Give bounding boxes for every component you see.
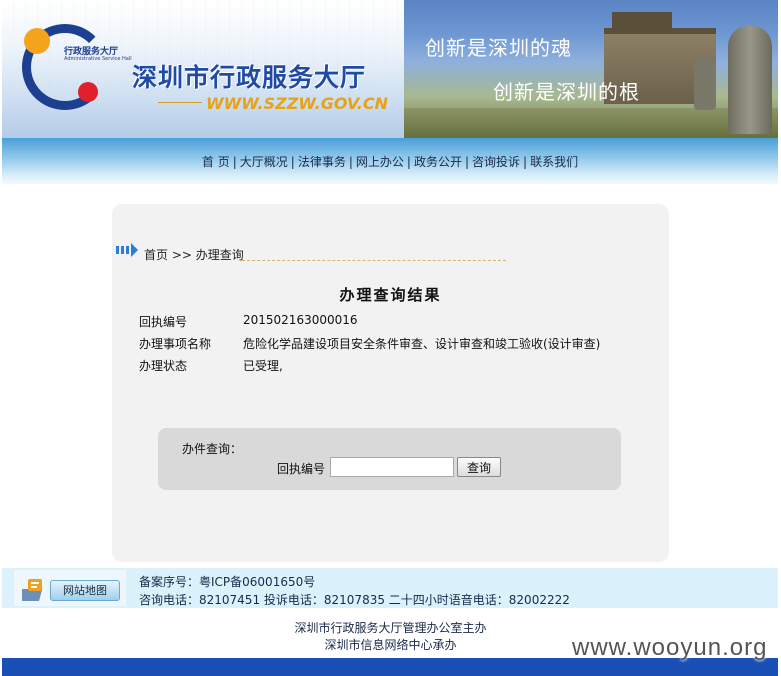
nav-consult-complaint[interactable]: 咨询投诉	[472, 155, 520, 169]
nav-separator: |	[290, 155, 295, 169]
nav-separator: |	[523, 155, 528, 169]
nav-government-affairs[interactable]: 政务公开	[414, 155, 462, 169]
watermark-text: www.wooyun.org	[572, 634, 768, 661]
nav-legal-affairs[interactable]: 法律事务	[298, 155, 346, 169]
slogan-1: 创新是深圳的魂	[425, 36, 572, 60]
nav-contact-us[interactable]: 联系我们	[530, 155, 578, 169]
contact-phones: 咨询电话：82107451 投诉电话：82107835 二十四小时语音电话：82…	[139, 593, 570, 607]
receipt-number-label: 回执编号	[139, 315, 188, 329]
query-button[interactable]: 查询	[457, 457, 501, 477]
breadcrumb: 首页 >> 办理查询	[144, 248, 244, 262]
slogan-2: 创新是深圳的根	[493, 80, 640, 104]
logo-subtext: Administrative Service Hall	[64, 56, 132, 62]
result-title: 办理查询结果	[339, 286, 442, 304]
site-name: 深圳市行政服务大厅	[132, 63, 367, 92]
nav-separator: |	[464, 155, 470, 169]
breadcrumb-divider	[242, 260, 506, 261]
banner-ground	[404, 108, 778, 138]
nav-separator: |	[348, 155, 353, 169]
nav-online-office[interactable]: 网上办公	[356, 155, 404, 169]
breadcrumb-arrow-icon	[116, 243, 138, 257]
icp-record: 备案序号：粤ICP备06001650号	[139, 575, 316, 589]
statue-image	[728, 26, 772, 134]
receipt-number-field-label: 回执编号	[277, 462, 326, 476]
sitemap-button[interactable]: 网站地图	[50, 580, 120, 601]
status-value: 已受理,	[243, 359, 283, 373]
site-url: WWW.SZZW.GOV.CN	[206, 94, 388, 113]
receipt-number-value: 201502163000016	[243, 313, 358, 327]
sitemap-icon	[22, 579, 43, 601]
item-name-label: 办理事项名称	[139, 337, 212, 351]
statue-image	[694, 58, 716, 110]
nav-links: 首 页 | 大厅概况 | 法律事务 | 网上办公 | 政务公开 | 咨询投诉 | 联系我们	[2, 153, 778, 170]
nav-hall-overview[interactable]: 大厅概况	[240, 155, 288, 169]
logo-orange-dot-icon	[24, 28, 50, 54]
url-divider	[158, 102, 202, 103]
main-nav: 首 页 | 大厅概况 | 法律事务 | 网上办公 | 政务公开 | 咨询投诉 | 联系我们	[2, 138, 778, 184]
logo-red-dot-icon	[78, 82, 98, 102]
nav-separator: |	[232, 155, 237, 169]
nav-separator: |	[406, 155, 411, 169]
status-label: 办理状态	[139, 359, 188, 373]
query-section-label: 办件查询：	[182, 442, 243, 456]
receipt-number-input[interactable]	[330, 457, 454, 477]
nav-home[interactable]: 首 页	[202, 155, 230, 169]
item-name-value: 危险化学品建设项目安全条件审查、设计审查和竣工验收(设计审查)	[243, 337, 601, 351]
